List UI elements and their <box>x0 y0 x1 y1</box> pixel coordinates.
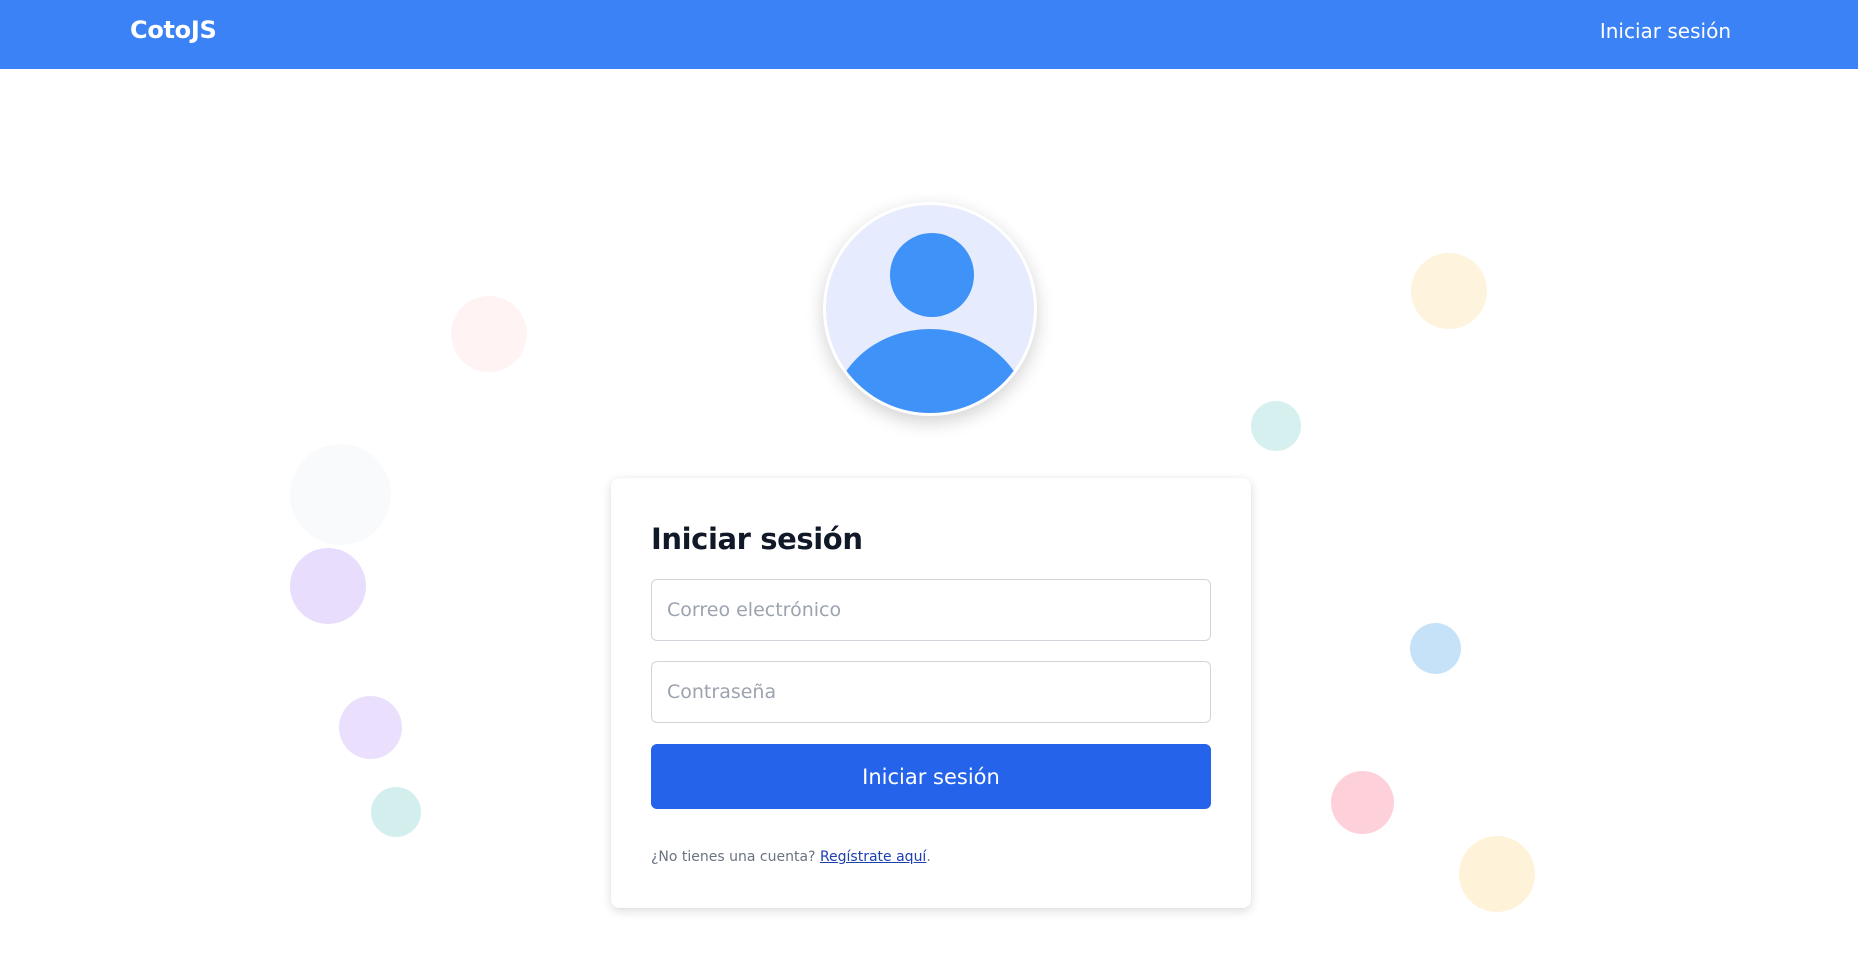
decorative-dot <box>290 444 391 545</box>
decorative-dot <box>1251 401 1301 451</box>
brand-logo-link[interactable]: CotoJS <box>130 16 217 44</box>
decorative-dot <box>290 548 366 624</box>
avatar-body-shape <box>831 329 1029 413</box>
top-navbar: CotoJS Iniciar sesión <box>0 0 1858 69</box>
decorative-dot <box>451 296 527 372</box>
email-field[interactable] <box>651 579 1211 641</box>
decorative-dot <box>1410 623 1461 674</box>
decorative-dot <box>1411 253 1487 329</box>
user-avatar-icon <box>823 202 1037 416</box>
signup-suffix: . <box>926 849 931 865</box>
decorative-dot <box>1459 836 1535 912</box>
login-title: Iniciar sesión <box>651 522 863 556</box>
nav-login-link[interactable]: Iniciar sesión <box>1600 19 1731 43</box>
signup-prompt-text: ¿No tienes una cuenta? <box>651 849 816 865</box>
decorative-dot <box>339 696 402 759</box>
avatar-head-shape <box>890 233 974 317</box>
decorative-dot <box>371 787 421 837</box>
signup-prompt: ¿No tienes una cuenta? Regístrate aquí. <box>651 849 931 865</box>
login-card: Iniciar sesión Iniciar sesión ¿No tienes… <box>611 478 1251 908</box>
login-submit-button[interactable]: Iniciar sesión <box>651 744 1211 809</box>
decorative-dot <box>1331 771 1394 834</box>
signup-link[interactable]: Regístrate aquí <box>820 849 926 865</box>
password-field[interactable] <box>651 661 1211 723</box>
